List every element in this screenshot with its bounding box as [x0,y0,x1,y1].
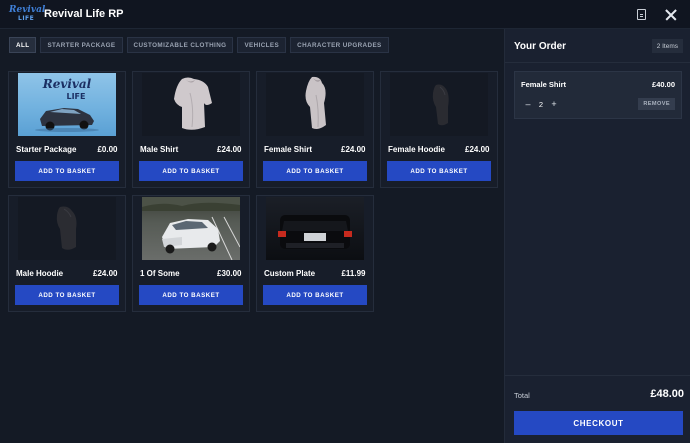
product-name: Female Hoodie [388,145,445,154]
product-card-female-hoodie: Female Hoodie £24.00 ADD TO BASKET [380,71,498,188]
add-to-basket-button[interactable]: ADD TO BASKET [263,161,367,181]
product-price: £24.00 [217,145,242,154]
app-title: Revival Life RP [44,8,124,20]
order-item-price: £40.00 [652,80,675,89]
product-name: Male Hoodie [16,269,64,278]
product-card-starter-package: Revival LIFE Starter Package £0.00 ADD T… [8,71,126,188]
order-title: Your Order [514,41,567,52]
product-card-1-of-some: 1 Of Some £30.00 ADD TO BASKET [132,195,250,312]
item-count-badge: 2 Items [651,39,683,53]
product-image [266,73,364,136]
brand-logo: Revival LIFE [8,4,45,24]
tab-customizable-clothing[interactable]: CUSTOMIZABLE CLOTHING [126,37,234,53]
product-image: Revival LIFE [18,73,116,136]
tab-starter-package[interactable]: STARTER PACKAGE [40,37,123,53]
top-bar: Revival LIFE Revival Life RP [0,0,690,29]
add-to-basket-button[interactable]: ADD TO BASKET [15,285,119,305]
total-value: £48.00 [650,388,684,400]
product-name: 1 Of Some [140,269,180,278]
add-to-basket-button[interactable]: ADD TO BASKET [387,161,491,181]
product-image [18,197,116,260]
quantity-value: 2 [538,99,544,109]
product-image [390,73,488,136]
product-price: £24.00 [93,269,118,278]
divider [505,62,690,63]
increase-quantity-button[interactable]: + [547,97,561,111]
tab-character-upgrades[interactable]: CHARACTER UPGRADES [290,37,389,53]
quantity-stepper: – 2 + [521,97,561,111]
decrease-quantity-button[interactable]: – [521,97,535,111]
starter-image-text-bottom: LIFE [66,92,85,101]
checkout-button[interactable]: CHECKOUT [514,411,683,435]
product-image [266,197,364,260]
product-card-custom-plate: Custom Plate £11.99 ADD TO BASKET [256,195,374,312]
close-icon[interactable] [665,9,677,21]
logo-text-top: Revival [9,5,46,15]
product-price: £0.00 [97,145,118,154]
product-price: £11.99 [341,269,366,278]
product-grid: Revival LIFE Starter Package £0.00 ADD T… [8,71,498,312]
product-name: Female Shirt [264,145,313,154]
product-card-male-hoodie: Male Hoodie £24.00 ADD TO BASKET [8,195,126,312]
product-price: £24.00 [465,145,490,154]
window-controls [637,0,690,29]
starter-image-text-top: Revival [42,77,92,91]
add-to-basket-button[interactable]: ADD TO BASKET [15,161,119,181]
product-image [142,197,240,260]
category-tabs: ALL STARTER PACKAGE CUSTOMIZABLE CLOTHIN… [9,37,389,53]
add-to-basket-button[interactable]: ADD TO BASKET [139,285,243,305]
document-icon[interactable] [637,9,646,20]
add-to-basket-button[interactable]: ADD TO BASKET [263,285,367,305]
logo-text-bottom: LIFE [18,15,35,22]
product-price: £24.00 [341,145,366,154]
divider [505,375,690,376]
product-price: £30.00 [217,269,242,278]
order-item: Female Shirt £40.00 – 2 + REMOVE [514,71,682,119]
remove-item-button[interactable]: REMOVE [638,98,675,110]
tab-all[interactable]: ALL [9,37,37,53]
order-panel: Your Order 2 Items Female Shirt £40.00 –… [504,29,690,443]
product-name: Starter Package [16,145,77,154]
tab-vehicles[interactable]: VEHICLES [237,37,287,53]
product-name: Custom Plate [264,269,316,278]
order-item-name: Female Shirt [521,80,567,89]
product-image [142,73,240,136]
product-name: Male Shirt [140,145,179,154]
product-card-female-shirt: Female Shirt £24.00 ADD TO BASKET [256,71,374,188]
product-card-male-shirt: Male Shirt £24.00 ADD TO BASKET [132,71,250,188]
add-to-basket-button[interactable]: ADD TO BASKET [139,161,243,181]
total-label: Total [514,391,530,400]
